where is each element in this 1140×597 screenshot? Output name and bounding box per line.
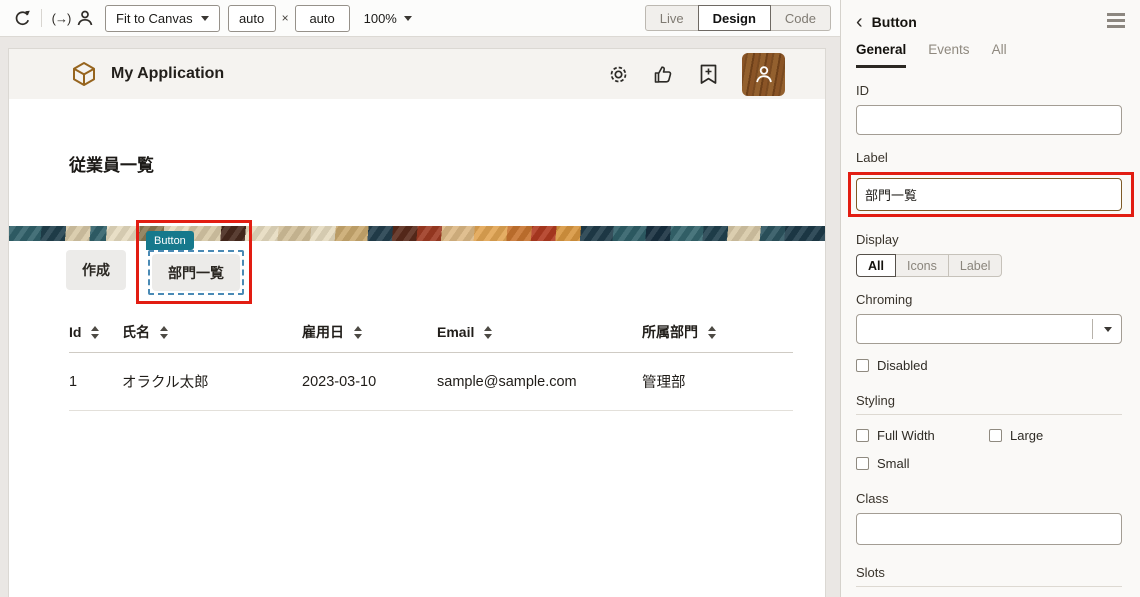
panel-menu-icon[interactable] [1107, 13, 1125, 31]
page-buttons-row: 作成 Button 部門一覧 [9, 250, 825, 296]
designer-workspace: (→) Fit to Canvas × 100% Live Design Cod… [0, 0, 840, 597]
toolbar-divider [41, 9, 42, 27]
back-chevron-icon[interactable]: ‹ [856, 13, 863, 31]
display-icons-option[interactable]: Icons [895, 254, 949, 277]
cell-hiredate: 2023-03-10 [302, 353, 437, 411]
thumbs-up-icon[interactable] [652, 63, 674, 85]
select-divider [1092, 319, 1093, 339]
user-avatar[interactable] [742, 53, 785, 96]
canvas-width-input[interactable] [228, 5, 276, 32]
styling-section-title: Styling [856, 393, 1122, 415]
cell-email: sample@sample.com [437, 353, 642, 411]
bookmark-add-icon[interactable] [697, 63, 719, 85]
mode-design-button[interactable]: Design [698, 5, 771, 31]
selection-tag: Button [146, 231, 194, 250]
sort-icon[interactable] [708, 326, 716, 339]
user-preview-icon[interactable] [73, 6, 97, 30]
cell-name: オラクル太郎 [122, 353, 302, 411]
small-checkbox-row[interactable]: Small [856, 456, 989, 471]
properties-panel: ‹ Button General Events All ID Label Dis… [840, 0, 1140, 597]
column-header-department[interactable]: 所属部門 [642, 313, 793, 353]
chevron-down-icon [404, 16, 412, 21]
cell-department: 管理部 [642, 353, 793, 411]
chroming-select[interactable] [856, 314, 1122, 344]
cube-logo-icon [71, 61, 97, 87]
id-field-label: ID [856, 83, 1122, 98]
panel-title: Button [872, 14, 917, 30]
mode-live-button[interactable]: Live [645, 5, 699, 31]
fit-to-canvas-dropdown[interactable]: Fit to Canvas [105, 5, 220, 32]
app-header-icons [607, 53, 785, 96]
display-label-option[interactable]: Label [948, 254, 1003, 277]
disabled-checkbox[interactable] [856, 359, 869, 372]
class-input[interactable] [856, 513, 1122, 545]
id-input[interactable] [856, 105, 1122, 135]
app-root: (→) Fit to Canvas × 100% Live Design Cod… [0, 0, 1140, 597]
panel-tabs: General Events All [856, 42, 1122, 68]
label-input[interactable] [856, 178, 1122, 211]
disabled-checkbox-row[interactable]: Disabled [856, 358, 1122, 373]
canvas-height-input[interactable] [295, 5, 350, 32]
settings-gear-icon[interactable] [607, 63, 629, 85]
person-icon [753, 63, 775, 85]
panel-header: ‹ Button [856, 0, 1122, 32]
display-all-option[interactable]: All [856, 254, 896, 277]
label-field-label: Label [856, 150, 1122, 165]
page-title: 従業員一覧 [69, 151, 825, 176]
full-width-checkbox[interactable] [856, 429, 869, 442]
column-header-name[interactable]: 氏名 [122, 313, 302, 353]
selected-component-wrapper: Button 部門一覧 [148, 250, 244, 295]
table-row[interactable]: 1 オラクル太郎 2023-03-10 sample@sample.com 管理… [69, 353, 793, 411]
styling-checkbox-grid: Full Width Small Large [856, 415, 1122, 471]
dimension-times-label: × [282, 11, 289, 25]
sort-icon[interactable] [354, 326, 362, 339]
canvas-area: My Application [0, 37, 840, 597]
chevron-down-icon [201, 16, 209, 21]
cell-id: 1 [69, 353, 122, 411]
tab-events[interactable]: Events [928, 42, 969, 68]
table-header-row: Id 氏名 雇用日 Email 所属部門 [69, 313, 793, 353]
full-width-checkbox-row[interactable]: Full Width [856, 428, 989, 443]
canvas-toolbar: (→) Fit to Canvas × 100% Live Design Cod… [0, 0, 840, 37]
create-button[interactable]: 作成 [66, 250, 126, 290]
decorative-banner [9, 226, 825, 241]
large-checkbox-row[interactable]: Large [989, 428, 1122, 443]
responsive-range-icon[interactable]: (→) [49, 6, 73, 30]
app-header: My Application [9, 49, 825, 99]
small-checkbox[interactable] [856, 457, 869, 470]
mode-code-button[interactable]: Code [770, 5, 831, 31]
refresh-icon[interactable] [10, 6, 34, 30]
sort-icon[interactable] [484, 326, 492, 339]
app-brand: My Application [71, 61, 224, 87]
annotation-rect-panel [848, 172, 1134, 217]
editor-mode-switcher: Live Design Code [645, 5, 831, 31]
tab-all[interactable]: All [992, 42, 1007, 68]
selection-outline: 部門一覧 [148, 250, 244, 295]
zoom-dropdown[interactable]: 100% [364, 11, 412, 26]
full-width-label: Full Width [877, 428, 935, 443]
large-checkbox[interactable] [989, 429, 1002, 442]
display-field-label: Display [856, 232, 1122, 247]
column-header-email[interactable]: Email [437, 313, 642, 353]
tab-general[interactable]: General [856, 42, 906, 68]
column-header-hiredate[interactable]: 雇用日 [302, 313, 437, 353]
department-list-button[interactable]: 部門一覧 [152, 254, 240, 291]
small-label: Small [877, 456, 910, 471]
column-header-id[interactable]: Id [69, 313, 122, 353]
employee-table: Id 氏名 雇用日 Email 所属部門 1 オラクル太郎 2023-03-10 [69, 313, 793, 411]
zoom-value: 100% [364, 11, 397, 26]
display-segmented-control: All Icons Label [856, 254, 1122, 277]
large-label: Large [1010, 428, 1043, 443]
app-title: My Application [111, 65, 224, 83]
chevron-down-icon [1104, 327, 1112, 332]
chroming-field-label: Chroming [856, 292, 1122, 307]
sort-icon[interactable] [91, 326, 99, 339]
disabled-label: Disabled [877, 358, 928, 373]
slots-section-title: Slots [856, 565, 1122, 587]
fit-to-canvas-label: Fit to Canvas [116, 11, 193, 26]
sort-icon[interactable] [160, 326, 168, 339]
design-canvas[interactable]: My Application [8, 48, 826, 597]
class-field-label: Class [856, 491, 1122, 506]
